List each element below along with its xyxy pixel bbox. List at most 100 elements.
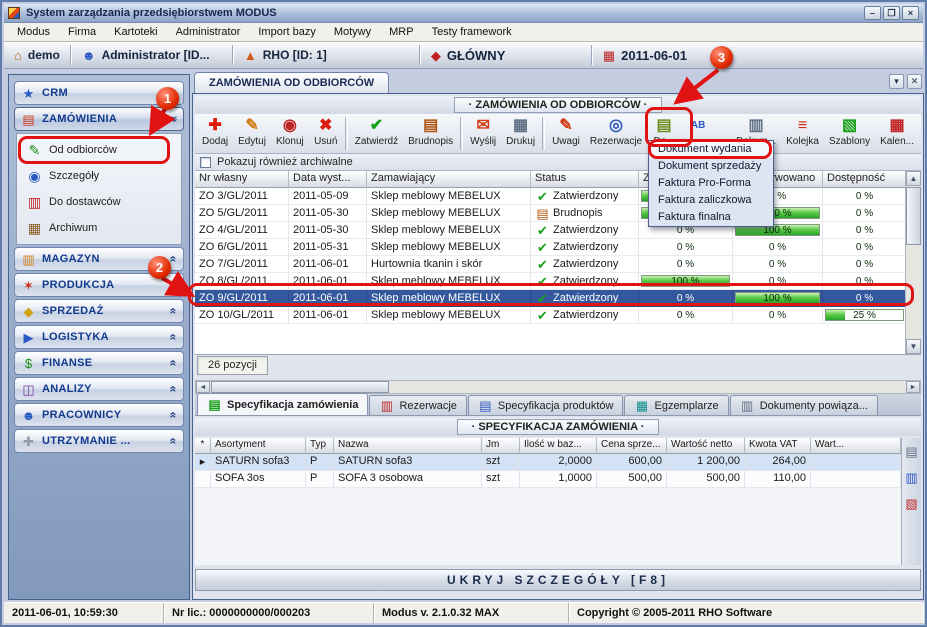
menu-testy-framework[interactable]: Testy framework — [423, 24, 521, 40]
table-row[interactable]: ZO 3/GL/20112011-05-09Sklep meblowy MEBE… — [195, 188, 907, 205]
user-segment[interactable]: ☻ Administrator [ID... — [72, 42, 232, 68]
toolbar-button-drukuj[interactable]: ▦Drukuj — [501, 115, 540, 152]
scroll-left-button[interactable]: ◄ — [196, 381, 210, 393]
column-header-nr-własny[interactable]: Nr własny — [195, 171, 289, 188]
database-segment[interactable]: ⌂ demo — [4, 42, 70, 68]
tab-specyfikacja-produktów[interactable]: ▤Specyfikacja produktów — [468, 395, 624, 415]
document-icon[interactable]: ▤ — [904, 443, 920, 461]
menu-kartoteki[interactable]: Kartoteki — [105, 24, 166, 40]
percent-cell-realized: 0 % — [639, 256, 733, 273]
toolbar-button-dodaj[interactable]: ✚Dodaj — [197, 115, 233, 152]
menu-item-faktura-zaliczkowa[interactable]: Faktura zaliczkowa — [649, 192, 773, 209]
spec-column-wartość-netto[interactable]: Wartość netto — [667, 438, 745, 454]
table-row[interactable]: ZO 6/GL/20112011-05-31Sklep meblowy MEBE… — [195, 239, 907, 256]
sidebar-section-analizy[interactable]: ◫ANALIZY« — [14, 377, 184, 401]
toolbar-button-zatwierdź[interactable]: ✔Zatwierdź — [350, 115, 403, 152]
sidebar-item-do-dostawców[interactable]: ▥Do dostawców — [17, 189, 181, 215]
export-document-icon[interactable]: ▧ — [904, 495, 920, 513]
reservations-tab-icon: ▥ — [379, 399, 394, 412]
toolbar-button-brudnopis[interactable]: ▤Brudnopis — [403, 115, 458, 152]
column-header-zamawiający[interactable]: Zamawiający — [367, 171, 531, 188]
warehouse-segment[interactable]: ◆ GŁÓWNY — [421, 42, 591, 68]
table-row[interactable]: ZO 4/GL/20112011-05-30Sklep meblowy MEBE… — [195, 222, 907, 239]
close-button[interactable]: × — [902, 6, 919, 20]
percent-cell-reserved: 0 % — [733, 256, 823, 273]
status-license: Nr lic.: 0000000000/000203 — [164, 603, 374, 623]
menu-item-dokument-wydania[interactable]: Dokument wydania — [649, 141, 773, 158]
horizontal-scrollbar[interactable]: ◄ ► — [195, 380, 921, 394]
toolbar-button-szablony[interactable]: ▧Szablony — [824, 115, 875, 152]
sidebar-section-pracownicy[interactable]: ☻PRACOWNICY« — [14, 403, 184, 427]
topbar: ⌂ demo ☻ Administrator [ID... ▲ RHO [ID:… — [4, 42, 923, 69]
spec-row[interactable]: ▸SATURN sofa3PSATURN sofa3szt2,0000600,0… — [195, 454, 901, 471]
table-row[interactable]: ZO 8/GL/20112011-06-01Sklep meblowy MEBE… — [195, 273, 907, 290]
show-archive-checkbox[interactable] — [200, 157, 211, 168]
toolbar-button-rezerwacje[interactable]: ◎Rezerwacje — [585, 115, 647, 152]
panel-menu-button[interactable]: ▾ — [889, 74, 904, 89]
company-segment[interactable]: ▲ RHO [ID: 1] — [234, 42, 419, 68]
menu-import-bazy[interactable]: Import bazy — [249, 24, 324, 40]
menu-item-dokument-sprzedaży[interactable]: Dokument sprzedaży — [649, 158, 773, 175]
menu-mrp[interactable]: MRP — [380, 24, 422, 40]
menu-item-faktura-finalna[interactable]: Faktura finalna — [649, 209, 773, 226]
tab-dokumenty-powiąza[interactable]: ▥Dokumenty powiąza... — [730, 395, 878, 415]
toolbar-button-uwagi[interactable]: ✎Uwagi — [547, 115, 585, 152]
menu-motywy[interactable]: Motywy — [325, 24, 380, 40]
toolbar-button-usuń[interactable]: ✖Usuń — [309, 115, 343, 152]
spec-column-wart[interactable]: Wart... — [811, 438, 901, 454]
sidebar-section-finanse[interactable]: $FINANSE« — [14, 351, 184, 375]
menu-firma[interactable]: Firma — [59, 24, 105, 40]
sidebar-section-logistyka[interactable]: ▶LOGISTYKA« — [14, 325, 184, 349]
sidebar-item-szczegóły[interactable]: ◉Szczegóły — [17, 163, 181, 189]
tab-rezerwacje[interactable]: ▥Rezerwacje — [369, 395, 466, 415]
column-header-data-wyst[interactable]: Data wyst... — [289, 171, 367, 188]
sidebar-item-od-odbiorców[interactable]: ✎Od odbiorców — [17, 137, 181, 163]
tab-specyfikacja-zamówienia[interactable]: ▤Specyfikacja zamówienia — [197, 393, 368, 415]
vertical-scrollbar[interactable]: ▲ ▼ — [905, 171, 921, 354]
spec-column-asortyment[interactable]: Asortyment — [211, 438, 306, 454]
copy-document-icon[interactable]: ▥ — [904, 469, 920, 487]
table-row[interactable]: ZO 5/GL/20112011-05-30Sklep meblowy MEBE… — [195, 205, 907, 222]
column-header-status[interactable]: Status — [531, 171, 639, 188]
toolbar-button-klonuj[interactable]: ◉Klonuj — [271, 115, 309, 152]
spec-column-cena-sprze[interactable]: Cena sprze... — [597, 438, 667, 454]
spec-column-ilość-w-baz[interactable]: Ilość w baz... — [520, 438, 597, 454]
spec-column-marker[interactable]: * — [195, 438, 211, 454]
toolbar-button-wyślij[interactable]: ✉Wyślij — [465, 115, 501, 152]
panel-close-button[interactable]: ✕ — [907, 74, 922, 89]
menu-item-faktura-pro-forma[interactable]: Faktura Pro-Forma — [649, 175, 773, 192]
column-header-dostępność[interactable]: Dostępność — [823, 171, 907, 188]
spec-column-jm[interactable]: Jm — [482, 438, 520, 454]
menu-administrator[interactable]: Administrator — [167, 24, 250, 40]
scroll-up-button[interactable]: ▲ — [906, 171, 921, 186]
sidebar-item-archiwum[interactable]: ▦Archiwum — [17, 215, 181, 241]
table-row[interactable]: ZO 9/GL/20112011-06-01Sklep meblowy MEBE… — [195, 290, 907, 307]
spec-row[interactable]: SOFA 3osPSOFA 3 osobowaszt1,0000500,0050… — [195, 471, 901, 488]
sidebar-section-utrzymanie[interactable]: ✚UTRZYMANIE ...« — [14, 429, 184, 453]
hide-details-button[interactable]: UKRYJ SZCZEGÓŁY [F8] — [195, 569, 921, 591]
minimize-button[interactable]: – — [864, 6, 881, 20]
spec-group-title: · SPECYFIKACJA ZAMÓWIENIA · — [457, 419, 660, 435]
tab-zamowienia-od-odbiorcow[interactable]: ZAMÓWIENIA OD ODBIORCÓW — [194, 72, 389, 93]
sidebar-section-zamówienia[interactable]: ▤ZAMÓWIENIA« — [14, 107, 184, 131]
annotation-step-1: 1 — [156, 87, 179, 110]
spec-column-typ[interactable]: Typ — [306, 438, 334, 454]
scroll-down-button[interactable]: ▼ — [906, 339, 921, 354]
toolbar-button-kolejka[interactable]: ≡Kolejka — [781, 115, 824, 152]
spec-column-nazwa[interactable]: Nazwa — [334, 438, 482, 454]
date-segment[interactable]: ▦ 2011-06-01 — [593, 42, 697, 68]
maximize-button[interactable]: ❒ — [883, 6, 900, 20]
menu-modus[interactable]: Modus — [8, 24, 59, 40]
table-row[interactable]: ZO 10/GL/20112011-06-01Sklep meblowy MEB… — [195, 307, 907, 324]
print-icon: ▦ — [513, 117, 528, 135]
toolbar-button-edytuj[interactable]: ✎Edytuj — [233, 115, 271, 152]
tab-egzemplarze[interactable]: ▦Egzemplarze — [624, 395, 728, 415]
chevron-down-icon: « — [167, 386, 181, 393]
vertical-scroll-thumb[interactable] — [906, 187, 921, 245]
sidebar-section-sprzedaż[interactable]: ◆SPRZEDAŻ« — [14, 299, 184, 323]
toolbar-button-kalen[interactable]: ▦Kalen... — [875, 115, 919, 152]
spec-column-kwota-vat[interactable]: Kwota VAT — [745, 438, 811, 454]
scroll-right-button[interactable]: ► — [906, 381, 920, 393]
horizontal-scroll-thumb[interactable] — [211, 381, 389, 393]
table-row[interactable]: ZO 7/GL/20112011-06-01Hurtownia tkanin i… — [195, 256, 907, 273]
